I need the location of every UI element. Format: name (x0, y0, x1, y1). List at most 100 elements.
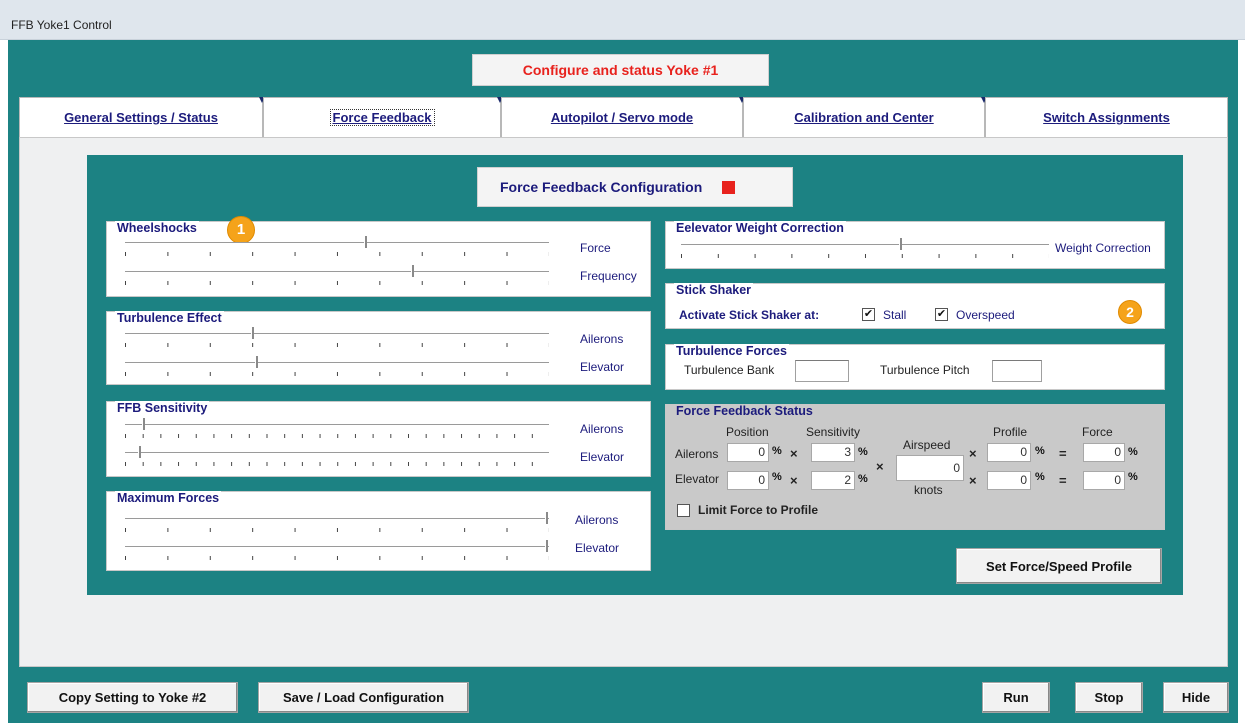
save-load-config-button[interactable]: Save / Load Configuration (258, 682, 469, 713)
ailerons-label: Ailerons (575, 513, 619, 527)
times: × (876, 459, 884, 474)
equals: = (1059, 446, 1067, 461)
sensitivity-header: Sensitivity (806, 425, 861, 439)
maximum-forces-title: Maximum Forces (115, 491, 222, 505)
config-title: Force Feedback Configuration (500, 179, 703, 195)
maxforce-elevator-slider[interactable] (125, 540, 549, 560)
copy-settings-button[interactable]: Copy Setting to Yoke #2 (27, 682, 238, 713)
slider-thumb[interactable] (138, 446, 141, 458)
ailerons-sensitivity: 3 (811, 443, 855, 462)
run-button[interactable]: Run (982, 682, 1050, 713)
percent: % (772, 445, 782, 457)
percent: % (858, 446, 868, 458)
turbulence-effect-title: Turbulence Effect (115, 311, 224, 325)
elevator-force: 0 (1083, 471, 1125, 490)
ffb-sensitivity-group: FFB Sensitivity Ailerons Elevator (106, 401, 651, 477)
turbulence-pitch-label: Turbulence Pitch (880, 363, 970, 377)
slider-thumb[interactable] (251, 327, 254, 339)
percent: % (772, 471, 782, 483)
status-indicator (722, 180, 736, 194)
weight-correction-slider[interactable] (681, 238, 1049, 258)
slider-thumb[interactable] (411, 265, 414, 277)
force-header: Force (1082, 425, 1113, 439)
turbulence-pitch-field[interactable] (992, 360, 1042, 382)
stall-label: Stall (883, 308, 907, 322)
set-force-speed-profile-button[interactable]: Set Force/Speed Profile (956, 548, 1162, 584)
slider-thumb[interactable] (545, 512, 548, 524)
hide-button[interactable]: Hide (1163, 682, 1229, 713)
airspeed-unit: knots (914, 483, 943, 497)
stick-shaker-group: Stick Shaker Activate Stick Shaker at: ✔… (665, 283, 1165, 329)
percent: % (1035, 471, 1045, 483)
maxforce-ailerons-slider[interactable] (125, 512, 549, 532)
elevator-label: Elevator (580, 360, 625, 374)
percent: % (1035, 445, 1045, 457)
tab-autopilot[interactable]: Autopilot / Servo mode (501, 97, 745, 137)
elevator-position: 0 (727, 471, 769, 490)
ailerons-position: 0 (727, 443, 769, 462)
elevator-profile: 0 (987, 471, 1031, 490)
tab-calibration[interactable]: Calibration and Center (743, 97, 987, 137)
slider-thumb[interactable] (364, 236, 367, 248)
turbulence-ailerons-slider[interactable] (125, 327, 549, 347)
percent: % (1128, 471, 1138, 483)
tab-switch-assignments[interactable]: Switch Assignments (985, 97, 1228, 137)
turbulence-bank-label: Turbulence Bank (684, 363, 775, 377)
airspeed-header: Airspeed (903, 438, 951, 452)
ffb-status-group: Force Feedback Status Position Sensitivi… (665, 404, 1165, 530)
elevator-label: Elevator (575, 541, 620, 555)
window-titlebar: FFB Yoke1 Control (0, 0, 1245, 40)
times: × (790, 446, 798, 461)
activate-shaker-label: Activate Stick Shaker at: (679, 308, 820, 322)
turbulence-forces-title: Turbulence Forces (674, 344, 789, 358)
frequency-label: Frequency (580, 269, 637, 283)
limit-force-checkbox[interactable] (677, 504, 690, 517)
tab-force-feedback[interactable]: Force Feedback (263, 97, 503, 137)
ffb-status-title: Force Feedback Status (674, 404, 815, 418)
wheelshocks-frequency-slider[interactable] (125, 265, 549, 285)
turbulence-bank-field[interactable] (795, 360, 849, 382)
slider-thumb[interactable] (899, 238, 902, 250)
ailerons-row-label: Ailerons (675, 447, 719, 461)
page-header-title: Configure and status Yoke #1 (522, 62, 719, 78)
turbulence-elevator-slider[interactable] (125, 356, 549, 376)
sensitivity-elevator-slider[interactable] (125, 446, 549, 466)
window-title: FFB Yoke1 Control (11, 18, 112, 32)
stop-button[interactable]: Stop (1075, 682, 1143, 713)
maximum-forces-group: Maximum Forces Ailerons Elevator (106, 491, 651, 571)
overspeed-checkbox[interactable]: ✔ (935, 308, 948, 321)
profile-header: Profile (993, 425, 1028, 439)
slider-thumb[interactable] (545, 540, 548, 552)
wheelshocks-force-slider[interactable] (125, 236, 549, 256)
equals: = (1059, 473, 1067, 488)
slider-thumb[interactable] (255, 356, 258, 368)
page-header: Configure and status Yoke #1 (472, 54, 769, 86)
times: × (790, 473, 798, 488)
elevator-sensitivity: 2 (811, 471, 855, 490)
percent: % (858, 473, 868, 485)
tab-label: Calibration and Center (794, 110, 934, 125)
sensitivity-ailerons-slider[interactable] (125, 418, 549, 438)
tab-label: Autopilot / Servo mode (550, 110, 694, 125)
tab-label: Force Feedback (329, 109, 435, 126)
percent: % (1128, 446, 1138, 458)
turbulence-forces-group: Turbulence Forces Turbulence Bank Turbul… (665, 344, 1165, 390)
stall-checkbox[interactable]: ✔ (862, 308, 875, 321)
elevator-row-label: Elevator (675, 472, 720, 486)
elevator-weight-group: Eelevator Weight Correction Weight Corre… (665, 221, 1165, 269)
times: × (969, 446, 977, 461)
ailerons-label: Ailerons (580, 332, 624, 346)
times: × (969, 473, 977, 488)
tab-label: Switch Assignments (1043, 110, 1170, 125)
info-badge-2: 2 (1118, 300, 1142, 324)
position-header: Position (726, 425, 769, 439)
elevator-label: Elevator (580, 450, 625, 464)
tab-label: General Settings / Status (64, 110, 218, 125)
turbulence-effect-group: Turbulence Effect Ailerons Elevator (106, 311, 651, 385)
ffb-sensitivity-title: FFB Sensitivity (115, 401, 210, 415)
tab-general-settings[interactable]: General Settings / Status (19, 97, 265, 137)
wheelshocks-group: Wheelshocks 1 Force Frequency (106, 216, 651, 297)
slider-thumb[interactable] (142, 418, 145, 430)
airspeed-value: 0 (896, 455, 964, 481)
elevator-weight-title: Eelevator Weight Correction (674, 221, 846, 235)
